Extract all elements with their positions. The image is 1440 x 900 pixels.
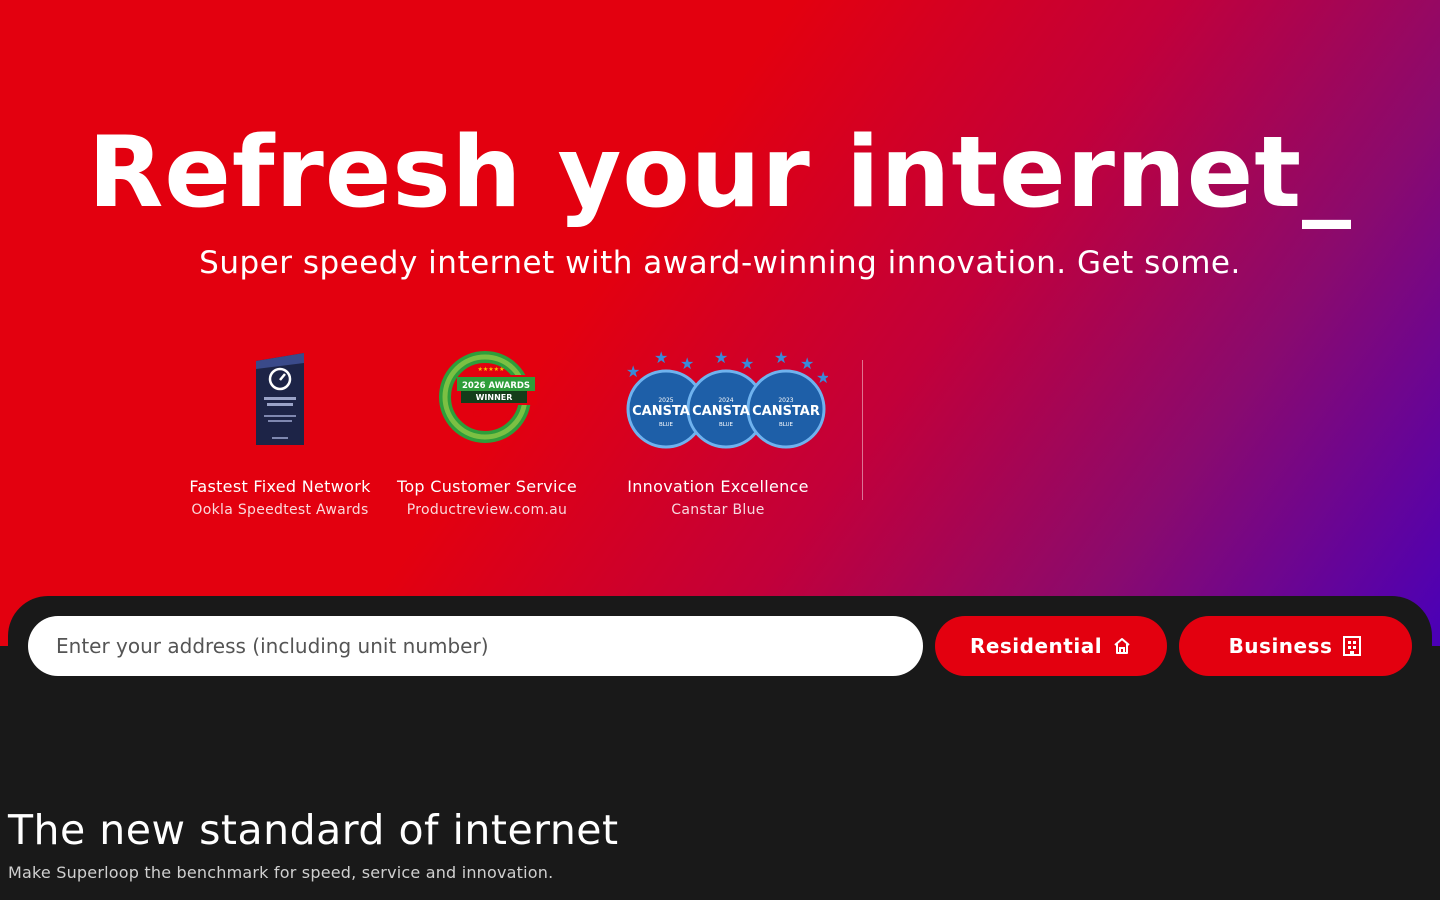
address-search-input[interactable]	[28, 616, 923, 676]
svg-text:★: ★	[654, 348, 668, 367]
svg-text:2024: 2024	[718, 397, 733, 404]
svg-text:2026 AWARDS: 2026 AWARDS	[462, 381, 530, 391]
hero-subtitle: Super speedy internet with award-winning…	[199, 245, 1241, 281]
svg-text:2023: 2023	[778, 397, 793, 404]
svg-text:★: ★	[800, 354, 814, 373]
award-customer-service: 2026 AWARDS WINNER ★★★★★ Top Customer Se…	[387, 346, 587, 520]
svg-text:CANSTA: CANSTA	[632, 404, 690, 419]
award-source: Productreview.com.au	[406, 502, 568, 518]
speedtest-award-icon	[180, 346, 380, 452]
svg-text:BLUE: BLUE	[719, 422, 734, 428]
svg-text:WINNER: WINNER	[476, 393, 513, 402]
canstar-awards-icon: ★ ★ ★ ★ ★ ★ ★ ★ 2025 2024 2023 CANSTA CA…	[598, 346, 838, 452]
svg-text:CANSTAR: CANSTAR	[752, 404, 820, 419]
business-button[interactable]: Business	[1179, 616, 1412, 676]
svg-text:★: ★	[816, 368, 828, 387]
svg-text:2025: 2025	[658, 397, 673, 404]
award-title: Top Customer Service	[396, 477, 578, 496]
hero-banner	[0, 0, 1440, 646]
svg-text:★: ★	[740, 354, 754, 373]
award-title: Innovation Excellence	[627, 477, 809, 496]
svg-text:BLUE: BLUE	[659, 422, 674, 428]
building-icon	[1342, 635, 1362, 657]
business-button-label: Business	[1228, 634, 1333, 658]
residential-button[interactable]: Residential	[935, 616, 1167, 676]
award-source: Ookla Speedtest Awards	[191, 502, 369, 518]
award-innovation: ★ ★ ★ ★ ★ ★ ★ ★ 2025 2024 2023 CANSTA CA…	[598, 346, 838, 520]
residential-button-label: Residential	[969, 634, 1103, 658]
award-fastest-network: Fastest Fixed Network Ookla Speedtest Aw…	[180, 346, 380, 520]
section-subtitle: Make Superloop the benchmark for speed, …	[8, 863, 554, 882]
home-icon	[1112, 636, 1132, 656]
svg-text:BLUE: BLUE	[779, 422, 794, 428]
section-title: The new standard of internet	[8, 806, 619, 854]
awards-divider	[862, 360, 863, 500]
svg-text:★★★★★: ★★★★★	[478, 366, 505, 373]
productreview-award-icon: 2026 AWARDS WINNER ★★★★★	[387, 346, 587, 452]
award-title: Fastest Fixed Network	[189, 477, 371, 496]
hero-title: Refresh your internet_	[87, 116, 1353, 230]
svg-text:★: ★	[680, 354, 694, 373]
award-source: Canstar Blue	[671, 502, 765, 518]
svg-text:★: ★	[714, 348, 728, 367]
svg-text:★: ★	[774, 348, 788, 367]
svg-text:★: ★	[626, 362, 640, 381]
svg-text:CANSTA: CANSTA	[692, 404, 750, 419]
